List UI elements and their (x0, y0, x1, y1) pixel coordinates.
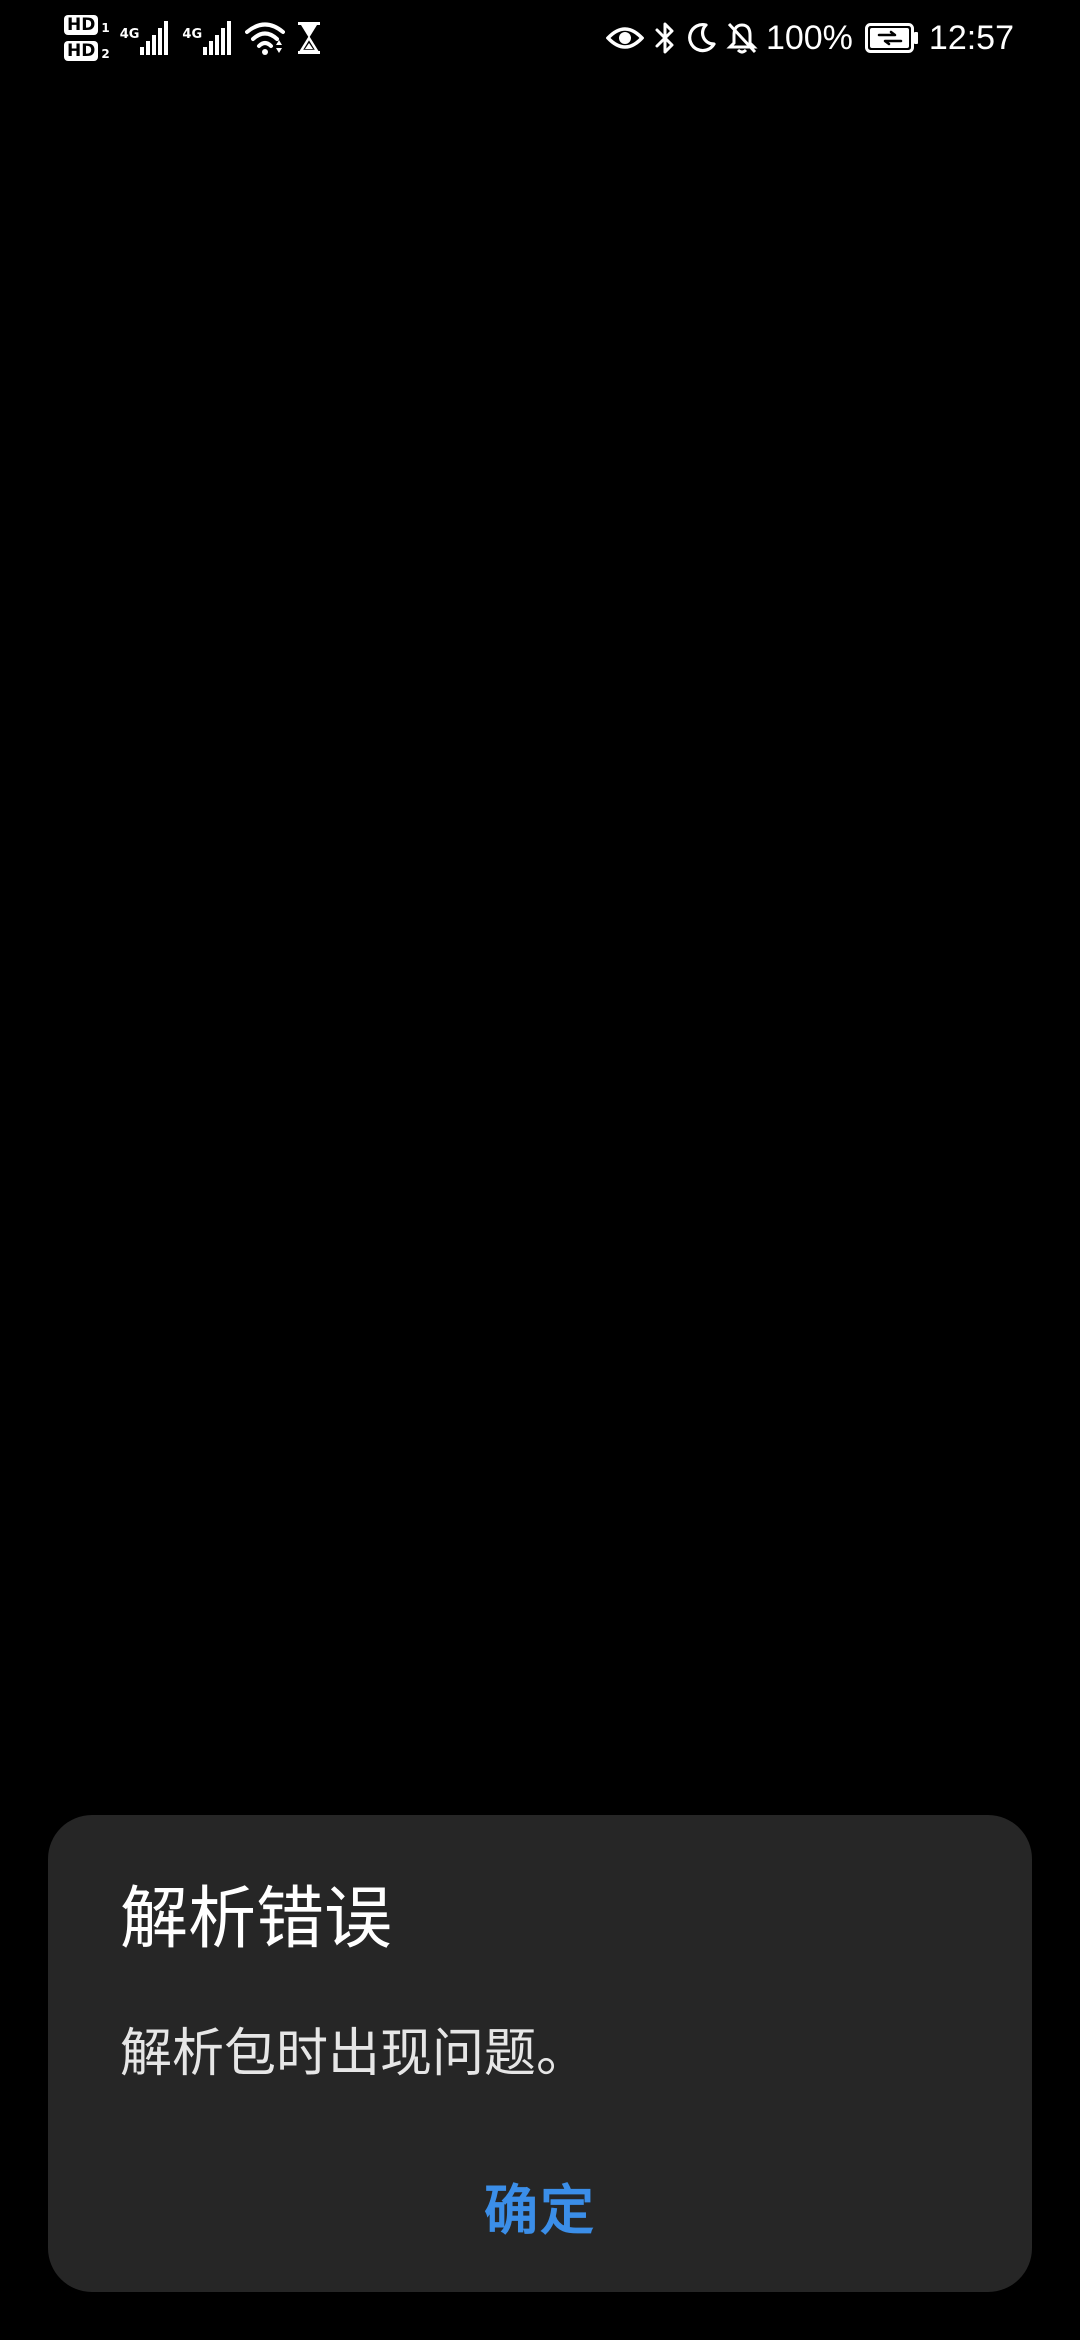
sim2-network-label: 4G (182, 27, 203, 42)
battery-charging-icon (864, 23, 919, 53)
bluetooth-icon (654, 21, 676, 55)
confirm-button[interactable]: 确定 (48, 2155, 1032, 2255)
signal-2-icon (203, 21, 232, 55)
signal-2-indicator: 4G (182, 21, 232, 55)
dialog-message: 解析包时出现问题。 (120, 2024, 589, 2084)
battery-percent: 100% (765, 19, 853, 57)
bell-off-icon (726, 21, 758, 55)
moon-icon (686, 22, 716, 54)
signal-1-icon (140, 21, 169, 55)
hd-sim2-icon: HD (64, 41, 99, 61)
wifi-icon (245, 21, 286, 55)
signal-1-indicator: 4G (120, 21, 169, 55)
parse-error-dialog: 解析错误 解析包时出现问题。 确定 (48, 1815, 1032, 2292)
dialog-title: 解析错误 (120, 1880, 393, 1959)
sim2-number: 2 (101, 47, 110, 61)
sim1-network-label: 4G (119, 27, 140, 42)
status-bar-left: HD 1 HD 2 4G 4G (64, 8, 321, 68)
hourglass-icon (297, 21, 321, 55)
clock: 12:57 (928, 19, 1014, 57)
eye-icon (605, 24, 644, 52)
hd-volte-indicators: HD 1 HD 2 (64, 12, 110, 64)
status-bar: HD 1 HD 2 4G 4G 100% 12:57 (0, 0, 1080, 76)
sim1-number: 1 (101, 21, 110, 35)
status-bar-right: 100% 12:57 (605, 8, 1014, 68)
hd-sim1-icon: HD (64, 15, 99, 35)
